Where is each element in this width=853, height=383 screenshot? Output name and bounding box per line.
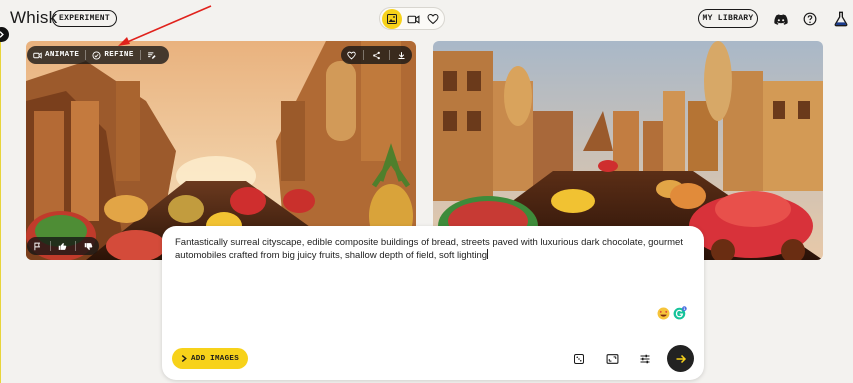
animate-icon: [33, 51, 42, 59]
report-button[interactable]: [29, 237, 46, 255]
text-caret: [487, 249, 489, 259]
help-icon: [803, 12, 817, 26]
submit-button[interactable]: [667, 345, 694, 372]
thumbs-up-button[interactable]: [54, 237, 71, 255]
edit-prompt-button[interactable]: [141, 46, 162, 64]
thumbs-down-icon: [84, 242, 93, 250]
sidebar-edge: [0, 40, 1, 383]
settings-sliders-icon: [640, 354, 650, 364]
settings-button[interactable]: [636, 350, 654, 368]
emoji-icon: [657, 307, 669, 319]
flask-icon: [834, 11, 848, 27]
refine-label: REFINE: [104, 51, 134, 59]
aspect-ratio-button[interactable]: [603, 350, 621, 368]
flag-icon: [34, 242, 40, 250]
add-images-button[interactable]: ADD IMAGES: [172, 348, 248, 369]
toolbar-divider: [388, 50, 390, 60]
refine-button[interactable]: REFINE: [86, 46, 139, 64]
dice-icon: [574, 354, 584, 364]
emoji-button[interactable]: [656, 306, 670, 320]
toolbar-divider: [363, 50, 365, 60]
help-button[interactable]: [800, 9, 820, 29]
app-title[interactable]: Whisk: [10, 8, 57, 28]
svg-text:1: 1: [683, 307, 685, 311]
grammar-assistant-button[interactable]: 1: [673, 306, 687, 320]
image-share-toolbar: [341, 46, 412, 64]
add-images-label: ADD IMAGES: [190, 354, 239, 363]
favorites-mode-button[interactable]: [423, 9, 443, 29]
my-library-button[interactable]: MY LIBRARY: [698, 9, 758, 28]
aspect-ratio-icon: [606, 354, 618, 364]
discord-icon: [774, 13, 788, 25]
download-icon: [398, 51, 405, 59]
experiment-badge: EXPERIMENT: [52, 10, 118, 27]
toolbar-divider: [49, 241, 51, 251]
thumbs-down-button[interactable]: [80, 237, 97, 255]
arrow-right-icon: [676, 354, 686, 363]
prompt-text: Fantastically surreal cityscape, edible …: [175, 237, 683, 261]
heart-icon: [347, 51, 356, 59]
grammarly-icon: 1: [673, 306, 687, 320]
favorite-button[interactable]: [343, 46, 360, 64]
image-mode-button[interactable]: [382, 9, 402, 29]
share-button[interactable]: [368, 46, 385, 64]
edit-prompt-icon: [147, 51, 156, 59]
discord-button[interactable]: [771, 9, 791, 29]
randomize-button[interactable]: [570, 350, 588, 368]
top-bar: Whisk EXPERIMENT MY LIBRARY: [0, 0, 853, 36]
video-mode-button[interactable]: [403, 9, 423, 29]
image-actions-toolbar: ANIMATE REFINE: [27, 46, 169, 64]
heart-icon: [427, 13, 439, 25]
video-mode-icon: [407, 14, 419, 24]
thumbs-up-icon: [59, 242, 67, 250]
prompt-input[interactable]: Fantastically surreal cityscape, edible …: [175, 237, 690, 262]
toolbar-divider: [75, 241, 77, 251]
feedback-toolbar: [27, 237, 99, 255]
chevron-right-icon: [181, 355, 187, 362]
prompt-panel: Fantastically surreal cityscape, edible …: [162, 226, 704, 380]
refine-icon: [92, 50, 101, 60]
labs-button[interactable]: [831, 9, 851, 29]
mode-switcher: [379, 7, 445, 30]
image-mode-icon: [387, 14, 397, 24]
animate-label: ANIMATE: [45, 51, 80, 59]
download-button[interactable]: [393, 46, 410, 64]
share-icon: [373, 51, 380, 59]
animate-button[interactable]: ANIMATE: [27, 46, 85, 64]
